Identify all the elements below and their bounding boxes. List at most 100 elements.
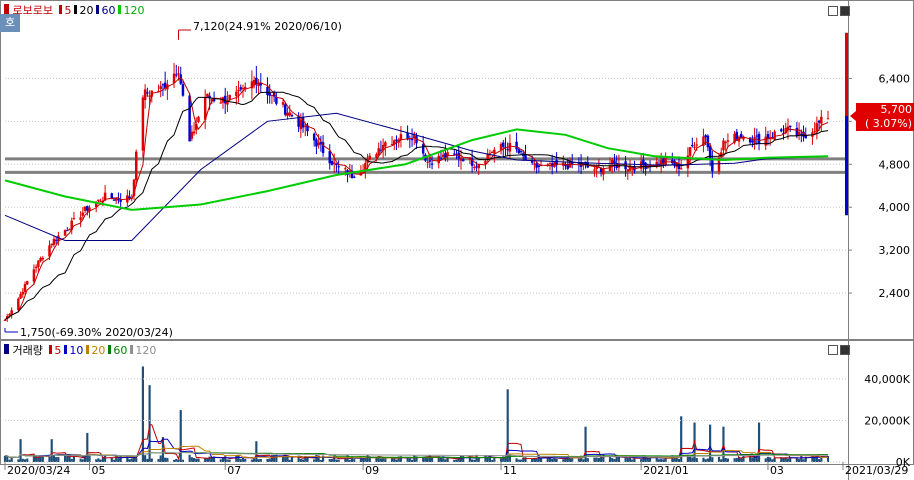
- volume-panel-restore-button[interactable]: [828, 345, 838, 355]
- volume-bar: [499, 458, 503, 462]
- candle-body: [48, 245, 51, 257]
- volume-bar: [660, 459, 663, 462]
- candle-body: [502, 142, 505, 147]
- volume-bar: [706, 458, 709, 462]
- x-tick-label: 2020/03/24: [7, 464, 70, 477]
- candle-body: [270, 95, 274, 97]
- price-legend-swatch-5: [59, 5, 63, 14]
- candle-body: [19, 294, 22, 299]
- volume-bar: [720, 459, 723, 462]
- volume-legend-swatch-5: [49, 345, 53, 354]
- price-tick-label: 4,000: [879, 201, 911, 214]
- price-tick-label: 2,400: [879, 287, 911, 300]
- volume-panel-close-button[interactable]: [840, 345, 850, 355]
- volume-bar: [413, 455, 416, 462]
- volume-bar: [740, 458, 743, 462]
- volume-bar-series: [3, 366, 830, 462]
- candle-body: [508, 142, 512, 152]
- candle-body: [66, 230, 69, 232]
- stock-name: 로보로보: [12, 4, 53, 17]
- candle-body: [493, 149, 496, 154]
- price-ma-legend: 5 20 60 120: [56, 4, 144, 17]
- volume-bar: [486, 457, 489, 462]
- candle-body: [626, 169, 630, 172]
- x-tick-label: 2021/03/29: [845, 464, 908, 477]
- candle-body: [688, 147, 692, 156]
- candle-body: [68, 229, 71, 231]
- volume-legend-swatch-20: [86, 345, 90, 354]
- ma60-line: [4, 112, 829, 241]
- candle-body: [461, 159, 465, 162]
- volume-tick-label: 20,000K: [864, 414, 910, 427]
- candle-body: [206, 93, 209, 97]
- volume-bar: [19, 439, 22, 462]
- candle-body: [8, 314, 11, 316]
- price-legend-label-120[interactable]: 120: [123, 4, 144, 17]
- candle-body: [602, 168, 605, 175]
- candle-body: [757, 133, 761, 145]
- candle-body: [32, 269, 36, 282]
- volume-bar: [362, 458, 365, 462]
- volume-bar: [611, 458, 614, 462]
- volume-bar: [104, 455, 107, 462]
- volume-bar: [290, 457, 294, 462]
- volume-bar: [695, 458, 698, 462]
- volume-legend-label-120[interactable]: 120: [135, 344, 156, 357]
- volume-bar: [442, 458, 445, 462]
- x-tick-label: 07: [227, 464, 241, 477]
- volume-bar: [430, 457, 434, 462]
- candle-body: [312, 133, 316, 141]
- volume-bar: [410, 459, 414, 462]
- volume-tick-label: 40,000K: [864, 373, 910, 386]
- volume-bar: [382, 458, 385, 462]
- volume-panel-header: 거래량 5 10 20 60 120: [4, 344, 156, 358]
- volume-bar: [577, 458, 580, 462]
- candle-body: [134, 151, 138, 181]
- candle-body: [235, 91, 238, 96]
- candle-body: [473, 167, 476, 169]
- volume-bar: [426, 458, 429, 462]
- volume-bar: [735, 457, 738, 462]
- candle-body: [128, 196, 131, 199]
- candle-body: [766, 134, 770, 139]
- volume-legend-label-5[interactable]: 5: [54, 344, 61, 357]
- candle-body: [421, 144, 425, 154]
- volume-legend-label-60[interactable]: 60: [113, 344, 127, 357]
- volume-bar: [624, 457, 627, 462]
- candle-body: [37, 260, 40, 267]
- volume-bar: [393, 458, 396, 462]
- price-legend-label-20[interactable]: 20: [79, 4, 93, 17]
- candle-body: [159, 86, 162, 90]
- volume-bar: [141, 366, 144, 462]
- volume-legend-label-10[interactable]: 10: [69, 344, 83, 357]
- volume-bar: [769, 457, 772, 462]
- candle-body: [332, 162, 336, 165]
- volume-bar: [477, 458, 480, 462]
- price-panel-close-button[interactable]: [840, 6, 850, 16]
- candle-body: [337, 166, 340, 168]
- price-tick-label: 3,200: [879, 244, 911, 257]
- candle-body: [399, 134, 403, 140]
- volume-bar: [26, 458, 29, 462]
- candle-body: [181, 84, 185, 96]
- volume-bar: [130, 458, 133, 462]
- candle-body: [817, 120, 821, 123]
- volume-bar: [633, 458, 636, 462]
- volume-bar: [55, 457, 58, 462]
- volume-legend-label-20[interactable]: 20: [91, 344, 105, 357]
- volume-bar: [597, 457, 600, 462]
- price-legend-swatch-20: [74, 5, 78, 14]
- candle-body: [797, 131, 801, 136]
- volume-bar: [711, 457, 714, 462]
- volume-bar: [379, 458, 382, 462]
- candle-body: [188, 95, 191, 142]
- price-panel-restore-button[interactable]: [828, 6, 838, 16]
- volume-bar: [593, 457, 596, 462]
- volume-legend-swatch-10: [64, 345, 68, 354]
- volume-bar: [206, 458, 209, 462]
- candle-body: [328, 151, 331, 164]
- candle-body: [724, 142, 727, 144]
- price-legend-label-5[interactable]: 5: [64, 4, 71, 17]
- candle-body: [820, 116, 823, 124]
- price-legend-label-60[interactable]: 60: [101, 4, 115, 17]
